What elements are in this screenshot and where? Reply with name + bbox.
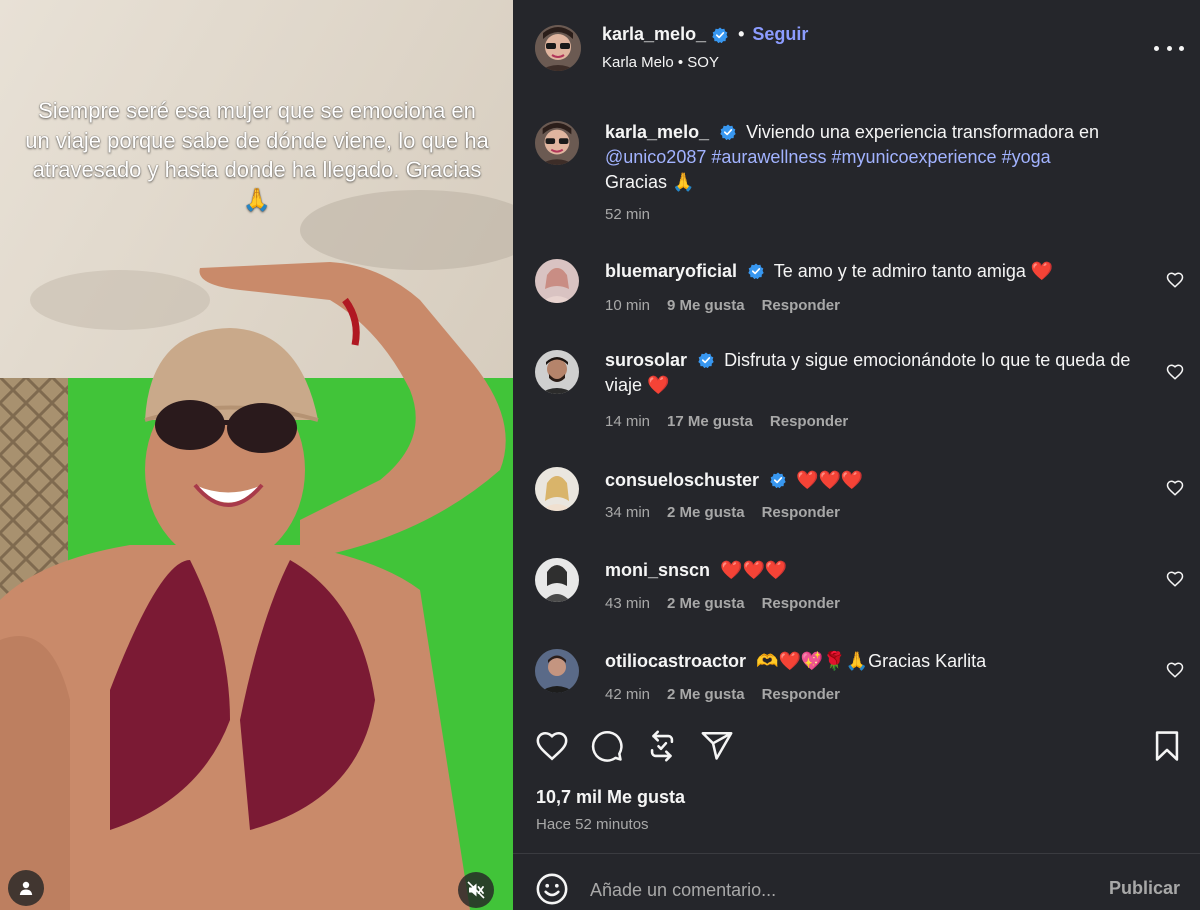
comment-composer: Publicar (513, 854, 1200, 910)
comment-item: otiliocastroactor 🫶❤️💖🌹🙏Gracias Karlita … (513, 647, 1200, 717)
mute-toggle-button[interactable] (458, 872, 494, 908)
repost-icon[interactable] (645, 729, 679, 763)
comment-text: ❤️❤️❤️ (720, 560, 788, 580)
comment-text: 🫶❤️💖🌹🙏Gracias Karlita (756, 651, 987, 671)
heart-icon[interactable] (1166, 479, 1184, 497)
comment-item: surosolar Disfruta y sigue emocionándote… (513, 348, 1200, 443)
comment-item: consueloschuster ❤️❤️❤️ 34 min 2 Me gust… (513, 465, 1200, 535)
verified-badge-icon (720, 124, 736, 140)
comment-time: 34 min (605, 504, 651, 521)
comment-text: ❤️❤️❤️ (796, 470, 864, 490)
heart-icon[interactable] (1166, 570, 1184, 588)
caption-text-end: Gracias 🙏 (605, 172, 695, 192)
commenter-avatar[interactable] (535, 350, 579, 394)
hashtag-link[interactable]: #aurawellness (711, 147, 826, 167)
hashtag-link[interactable]: #yoga (1002, 147, 1051, 167)
comment-likes[interactable]: 2 Me gusta (667, 686, 745, 703)
caption-avatar[interactable] (535, 121, 579, 165)
commenter-avatar[interactable] (535, 558, 579, 602)
author-avatar[interactable] (535, 25, 581, 71)
reply-button[interactable]: Responder (762, 297, 840, 314)
bookmark-icon[interactable] (1150, 729, 1184, 763)
header-separator: • (738, 24, 745, 44)
comment-time: 14 min (605, 413, 651, 430)
commenter-avatar[interactable] (535, 467, 579, 511)
heart-icon[interactable] (1166, 661, 1184, 679)
reply-button[interactable]: Responder (762, 686, 840, 703)
commenter-username[interactable]: bluemaryoficial (605, 261, 737, 281)
commenter-username[interactable]: surosolar (605, 350, 687, 370)
comment-time: 10 min (605, 297, 651, 314)
verified-badge-icon (712, 27, 728, 43)
post-actions-bar (513, 726, 1200, 770)
commenter-username[interactable]: consueloschuster (605, 470, 759, 490)
commenter-avatar[interactable] (535, 259, 579, 303)
comment-item: moni_snscn ❤️❤️❤️ 43 min 2 Me gusta Resp… (513, 556, 1200, 626)
person-icon (19, 881, 33, 895)
comment-time: 43 min (605, 595, 651, 612)
reply-button[interactable]: Responder (770, 413, 848, 430)
commenter-username[interactable]: moni_snscn (605, 560, 710, 580)
hashtag-link[interactable]: #myunicoexperience (831, 147, 996, 167)
post-details-panel: karla_melo_ • Seguir Karla Melo • SOY ka… (513, 0, 1200, 910)
post-media[interactable]: Siempre seré esa mujer que se emociona e… (0, 0, 513, 910)
comment-likes[interactable]: 2 Me gusta (667, 504, 745, 521)
post-timestamp[interactable]: Hace 52 minutos (536, 816, 649, 833)
comment-input[interactable] (590, 876, 1070, 904)
media-caption-overlay: Siempre seré esa mujer que se emociona e… (25, 98, 489, 212)
share-icon[interactable] (700, 729, 734, 763)
reply-button[interactable]: Responder (762, 504, 840, 521)
mention-link[interactable]: @unico2087 (605, 147, 706, 167)
likes-count[interactable]: 10,7 mil Me gusta (536, 787, 685, 808)
reply-button[interactable]: Responder (762, 595, 840, 612)
verified-badge-icon (748, 263, 764, 279)
comment-time: 42 min (605, 686, 651, 703)
comment-likes[interactable]: 2 Me gusta (667, 595, 745, 612)
comment-likes[interactable]: 17 Me gusta (667, 413, 753, 430)
comment-icon[interactable] (590, 729, 624, 763)
comment-likes[interactable]: 9 Me gusta (667, 297, 745, 314)
audio-subtitle[interactable]: Karla Melo • SOY (602, 54, 719, 71)
comment-item: bluemaryoficial Te amo y te admiro tanto… (513, 256, 1200, 326)
verified-badge-icon (698, 352, 714, 368)
author-username[interactable]: karla_melo_ (602, 24, 706, 45)
heart-icon[interactable] (535, 729, 569, 763)
comments-list[interactable]: karla_melo_ Viviendo una experiencia tra… (513, 96, 1200, 726)
commenter-username[interactable]: otiliocastroactor (605, 651, 746, 671)
speaker-muted-icon (467, 881, 485, 899)
more-options-icon[interactable] (1154, 36, 1184, 60)
caption-row: karla_melo_ Viviendo una experiencia tra… (513, 120, 1200, 240)
tagged-users-button[interactable] (8, 870, 44, 906)
publish-button[interactable]: Publicar (1109, 878, 1180, 899)
post-header: karla_melo_ • Seguir Karla Melo • SOY (513, 0, 1200, 96)
comment-text: Te amo y te admiro tanto amiga ❤️ (773, 261, 1054, 281)
heart-icon[interactable] (1166, 271, 1184, 289)
caption-text: Viviendo una experiencia transformadora … (746, 122, 1099, 142)
verified-badge-icon (770, 472, 786, 488)
follow-button[interactable]: Seguir (752, 24, 808, 45)
emoji-icon[interactable] (535, 872, 569, 906)
caption-username[interactable]: karla_melo_ (605, 122, 709, 142)
heart-icon[interactable] (1166, 363, 1184, 381)
caption-time: 52 min (605, 206, 651, 223)
commenter-avatar[interactable] (535, 649, 579, 693)
